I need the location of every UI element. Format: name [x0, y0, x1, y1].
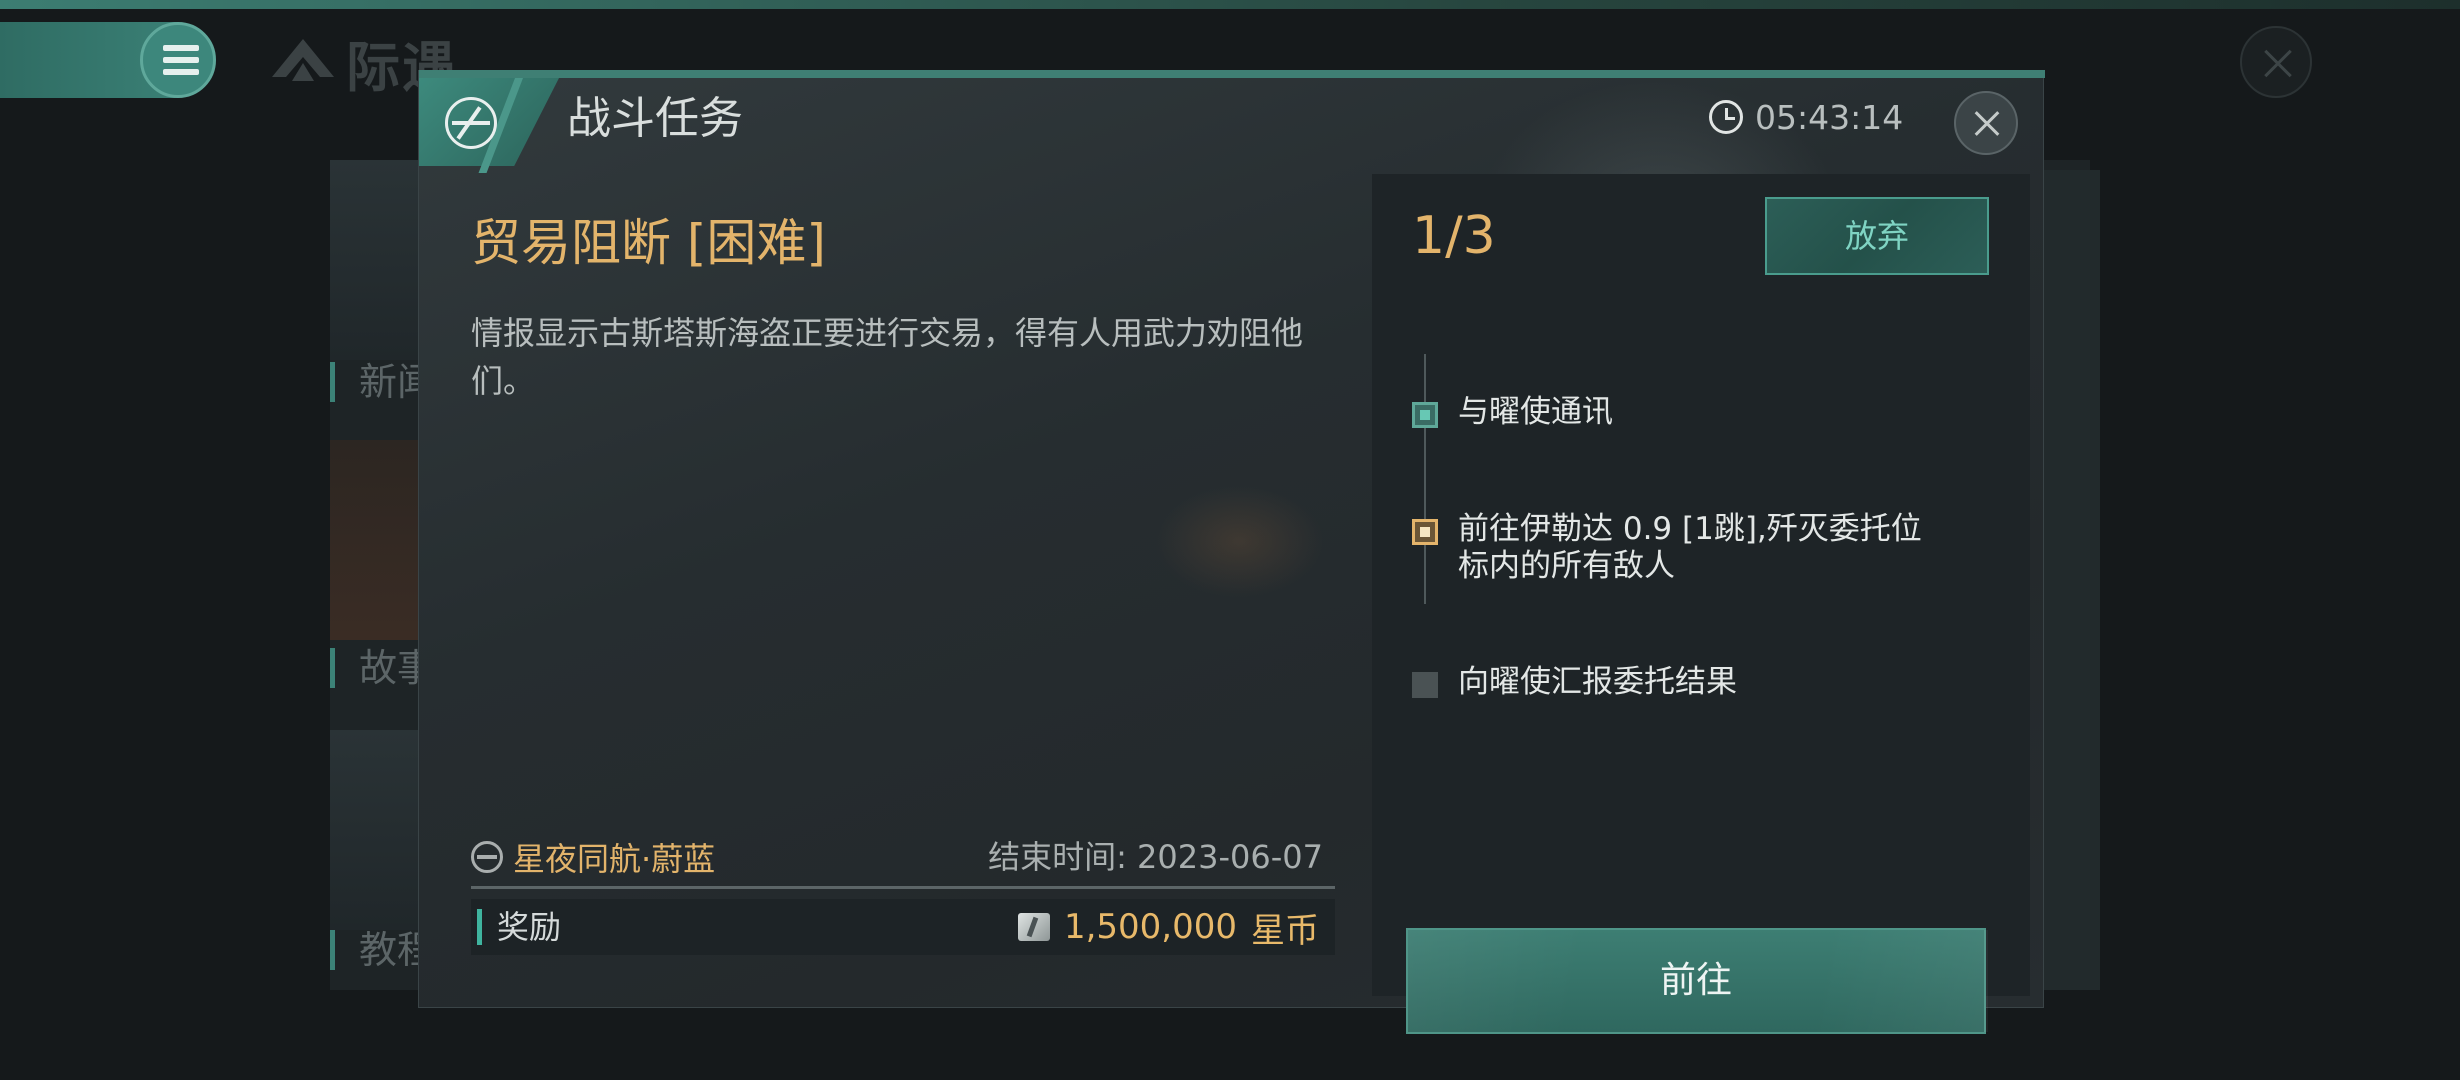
dialog-top-accent — [419, 70, 2045, 78]
reward-accent — [477, 909, 482, 945]
end-time: 结束时间: 2023-06-07 — [988, 838, 1323, 876]
mission-issuer: 星夜同航·蔚蓝 — [471, 835, 715, 879]
reward-currency: 星币 — [1251, 910, 1319, 951]
objective-step: 与曜使通讯 — [1412, 394, 1928, 431]
app-logo-icon — [272, 39, 334, 81]
mission-name: 贸易阻断 [困难] — [471, 214, 826, 272]
mission-dialog: 战斗任务 05:43:14 贸易阻断 [困难] 情报显示古斯塔斯海盗正要进行交易… — [418, 70, 2045, 1034]
issuer-name: 星夜同航·蔚蓝 — [513, 840, 716, 878]
step-done-marker — [1412, 402, 1438, 428]
step-text: 向曜使汇报委托结果 — [1458, 664, 1737, 700]
clock-icon — [1709, 100, 1743, 134]
timer: 05:43:14 — [1709, 95, 1903, 139]
timer-value: 05:43:14 — [1755, 97, 1904, 137]
objectives-panel: 1/3 放弃 与曜使通讯 前往伊勒达 0.9 [1跳],歼灭委托位标内的所有敌人… — [1372, 174, 2030, 1034]
divider — [471, 886, 1335, 889]
currency-icon — [1017, 913, 1050, 941]
go-button[interactable]: 前往 — [1406, 928, 1988, 1034]
mission-description: 情报显示古斯塔斯海盗正要进行交易，得有人用武力劝阻他们。 — [471, 314, 1304, 400]
background-card — [330, 160, 420, 360]
step-active-marker — [1412, 519, 1438, 545]
dialog-title: 战斗任务 — [567, 93, 743, 144]
background-panel-edge — [2040, 170, 2100, 990]
background-card — [330, 730, 420, 930]
step-text: 与曜使通讯 — [1458, 394, 1613, 430]
objective-step: 向曜使汇报委托结果 — [1412, 664, 1928, 701]
reward-amount: 1,500,000 — [1063, 907, 1237, 947]
faction-icon — [471, 841, 503, 873]
reward-bar: 奖励 1,500,000 星币 — [471, 899, 1335, 955]
background-top-bar — [0, 0, 2460, 9]
reward-value: 1,500,000 星币 — [1017, 899, 1319, 955]
step-text: 前往伊勒达 0.9 [1跳],歼灭委托位标内的所有敌人 — [1458, 511, 1922, 584]
menu-icon[interactable] — [140, 22, 216, 98]
background-card — [330, 440, 420, 640]
reward-label: 奖励 — [497, 908, 562, 946]
close-icon[interactable] — [1954, 91, 2018, 155]
objective-step: 前往伊勒达 0.9 [1跳],歼灭委托位标内的所有敌人 — [1412, 511, 1928, 585]
mission-type-icon — [445, 97, 497, 149]
abandon-button[interactable]: 放弃 — [1765, 197, 1989, 275]
background-close-icon[interactable] — [2240, 26, 2312, 98]
step-pending-marker — [1412, 672, 1438, 698]
progress-counter: 1/3 — [1412, 206, 1496, 266]
